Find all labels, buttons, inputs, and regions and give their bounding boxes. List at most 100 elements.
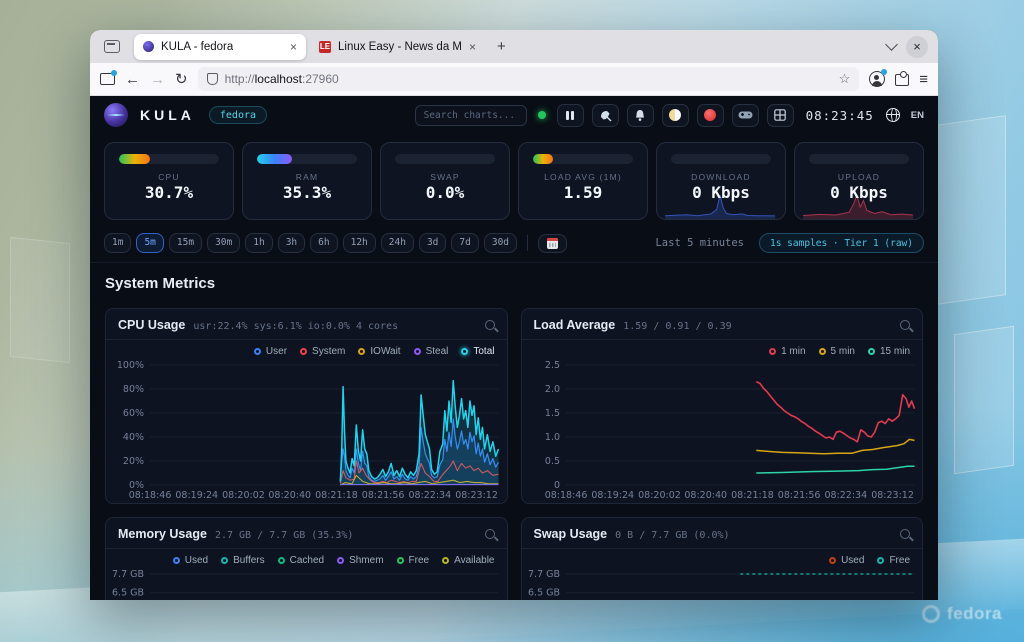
legend-steal[interactable]: Steal — [414, 346, 449, 357]
range-button-1h[interactable]: 1h — [245, 233, 272, 253]
legend-dot-icon — [819, 348, 826, 355]
forward-button[interactable]: → — [150, 72, 165, 87]
games-button[interactable] — [732, 104, 759, 127]
legend-cached[interactable]: Cached — [278, 555, 324, 566]
range-button-5m[interactable]: 5m — [136, 233, 163, 253]
cpu-usage-chart[interactable]: 0%20%40%60%80%100%08:18:4608:19:2408:20:… — [106, 359, 507, 501]
legend-1min[interactable]: 1 min — [769, 346, 805, 357]
zoom-chart-icon[interactable] — [485, 529, 495, 539]
legend-used[interactable]: Used — [829, 555, 864, 566]
zoom-chart-icon[interactable] — [900, 320, 910, 330]
range-button-12h[interactable]: 12h — [343, 233, 376, 253]
gauge-value: 0 Kbps — [809, 183, 909, 202]
gauge-value: 30.7% — [119, 183, 219, 202]
range-button-1m[interactable]: 1m — [104, 233, 131, 253]
tab-close-icon[interactable]: × — [469, 41, 476, 53]
globe-icon[interactable] — [886, 108, 900, 122]
range-button-24h[interactable]: 24h — [381, 233, 414, 253]
satellite-icon — [599, 109, 612, 122]
svg-text:08:20:02: 08:20:02 — [222, 490, 265, 501]
dashboard-viewport: KULA fedora Search charts... — [90, 96, 938, 600]
legend-dot-icon — [254, 348, 261, 355]
legend-total[interactable]: Total — [461, 346, 494, 357]
range-button-15m[interactable]: 15m — [169, 233, 202, 253]
browser-tab-bar: KULA - fedora × LE Linux Easy - News da … — [90, 30, 938, 63]
kula-favicon — [143, 41, 154, 52]
list-tabs-chevron-icon[interactable] — [885, 38, 898, 51]
panel-memory-usage: Memory Usage 2.7 GB / 7.7 GB (35.3%) Use… — [105, 517, 508, 600]
legend-available[interactable]: Available — [442, 555, 494, 566]
load-average-chart[interactable]: 00.51.01.52.02.508:18:4608:19:2408:20:02… — [522, 359, 923, 501]
pause-button[interactable] — [557, 104, 584, 127]
legend-shmem[interactable]: Shmem — [337, 555, 383, 566]
gauge-cpu: CPU 30.7% — [104, 142, 234, 220]
shield-icon[interactable] — [207, 73, 218, 85]
bookmark-star-icon[interactable]: ☆ — [839, 71, 851, 87]
record-icon — [704, 109, 716, 121]
gauge-value: 0 Kbps — [671, 183, 771, 202]
background-building — [10, 237, 70, 363]
recent-browsing-icon[interactable] — [100, 73, 115, 85]
legend-iowait[interactable]: IOWait — [358, 346, 400, 357]
alerts-button[interactable] — [627, 104, 654, 127]
desktop-background: fedora KULA - fedora × LE Linux Easy - N… — [0, 0, 1024, 642]
account-icon[interactable] — [869, 71, 885, 87]
range-button-6h[interactable]: 6h — [310, 233, 337, 253]
toolbar-divider — [527, 235, 528, 251]
record-button[interactable] — [697, 104, 724, 127]
svg-text:08:18:46: 08:18:46 — [544, 490, 587, 501]
new-tab-button[interactable]: + — [489, 38, 514, 55]
svg-text:7.7 GB: 7.7 GB — [528, 569, 560, 580]
legend-user[interactable]: User — [254, 346, 287, 357]
url-scheme: http:// — [225, 72, 255, 86]
custom-range-button[interactable] — [538, 234, 567, 253]
legend-5min[interactable]: 5 min — [819, 346, 855, 357]
legend-free[interactable]: Free — [877, 555, 910, 566]
theme-toggle-button[interactable] — [662, 104, 689, 127]
svg-text:2.5: 2.5 — [544, 360, 559, 371]
legend-dot-icon — [397, 557, 404, 564]
memory-usage-chart[interactable]: 7.7 GB6.5 GB — [106, 568, 507, 600]
svg-text:08:23:12: 08:23:12 — [455, 490, 498, 501]
tab-linux-easy[interactable]: LE Linux Easy - News da M × — [310, 34, 485, 60]
zoom-chart-icon[interactable] — [485, 320, 495, 330]
back-button[interactable]: ← — [125, 72, 140, 87]
range-button-3h[interactable]: 3h — [278, 233, 305, 253]
range-button-3d[interactable]: 3d — [419, 233, 446, 253]
swap-usage-chart[interactable]: 7.7 GB6.5 GB — [522, 568, 923, 600]
brand-name: KULA — [140, 107, 195, 123]
svg-text:08:21:56: 08:21:56 — [362, 490, 405, 501]
range-button-30m[interactable]: 30m — [207, 233, 240, 253]
extensions-puzzle-icon[interactable] — [895, 72, 909, 86]
range-summary: Last 5 minutes — [655, 237, 744, 249]
legend-buffers[interactable]: Buffers — [221, 555, 265, 566]
legend-used[interactable]: Used — [173, 555, 208, 566]
gauge-download: DOWNLOAD 0 Kbps — [656, 142, 786, 220]
window-close-button[interactable]: × — [906, 36, 928, 58]
zoom-chart-icon[interactable] — [900, 529, 910, 539]
range-button-7d[interactable]: 7d — [451, 233, 478, 253]
panel-swap-usage: Swap Usage 0 B / 7.7 GB (0.0%) Used Free… — [521, 517, 924, 600]
tab-close-icon[interactable]: × — [290, 41, 297, 53]
grid-view-button[interactable] — [767, 104, 794, 127]
tab-kula[interactable]: KULA - fedora × — [134, 34, 306, 60]
legend-15min[interactable]: 15 min — [868, 346, 910, 357]
agent-button[interactable] — [592, 104, 619, 127]
legend-dot-icon — [461, 348, 468, 355]
address-bar[interactable]: http://localhost:27960 ☆ — [198, 67, 860, 91]
range-button-30d[interactable]: 30d — [484, 233, 517, 253]
reload-button[interactable]: ↻ — [175, 72, 188, 87]
svg-text:08:23:12: 08:23:12 — [871, 490, 914, 501]
legend-system[interactable]: System — [300, 346, 345, 357]
chart-legend: User System IOWait Steal Total — [106, 340, 507, 359]
language-label[interactable]: EN — [911, 110, 924, 121]
legend-free[interactable]: Free — [397, 555, 430, 566]
menu-hamburger-icon[interactable]: ≡ — [919, 71, 928, 88]
firefox-view-icon[interactable] — [104, 40, 120, 53]
search-input[interactable]: Search charts... — [415, 105, 527, 126]
panel-title: Load Average — [534, 318, 616, 332]
panel-title: CPU Usage — [118, 318, 185, 332]
charts-grid: CPU Usage usr:22.4% sys:6.1% io:0.0% 4 c… — [90, 292, 938, 600]
tier-badge: 1s samples · Tier 1 (raw) — [759, 233, 924, 253]
svg-text:08:21:56: 08:21:56 — [777, 490, 820, 501]
